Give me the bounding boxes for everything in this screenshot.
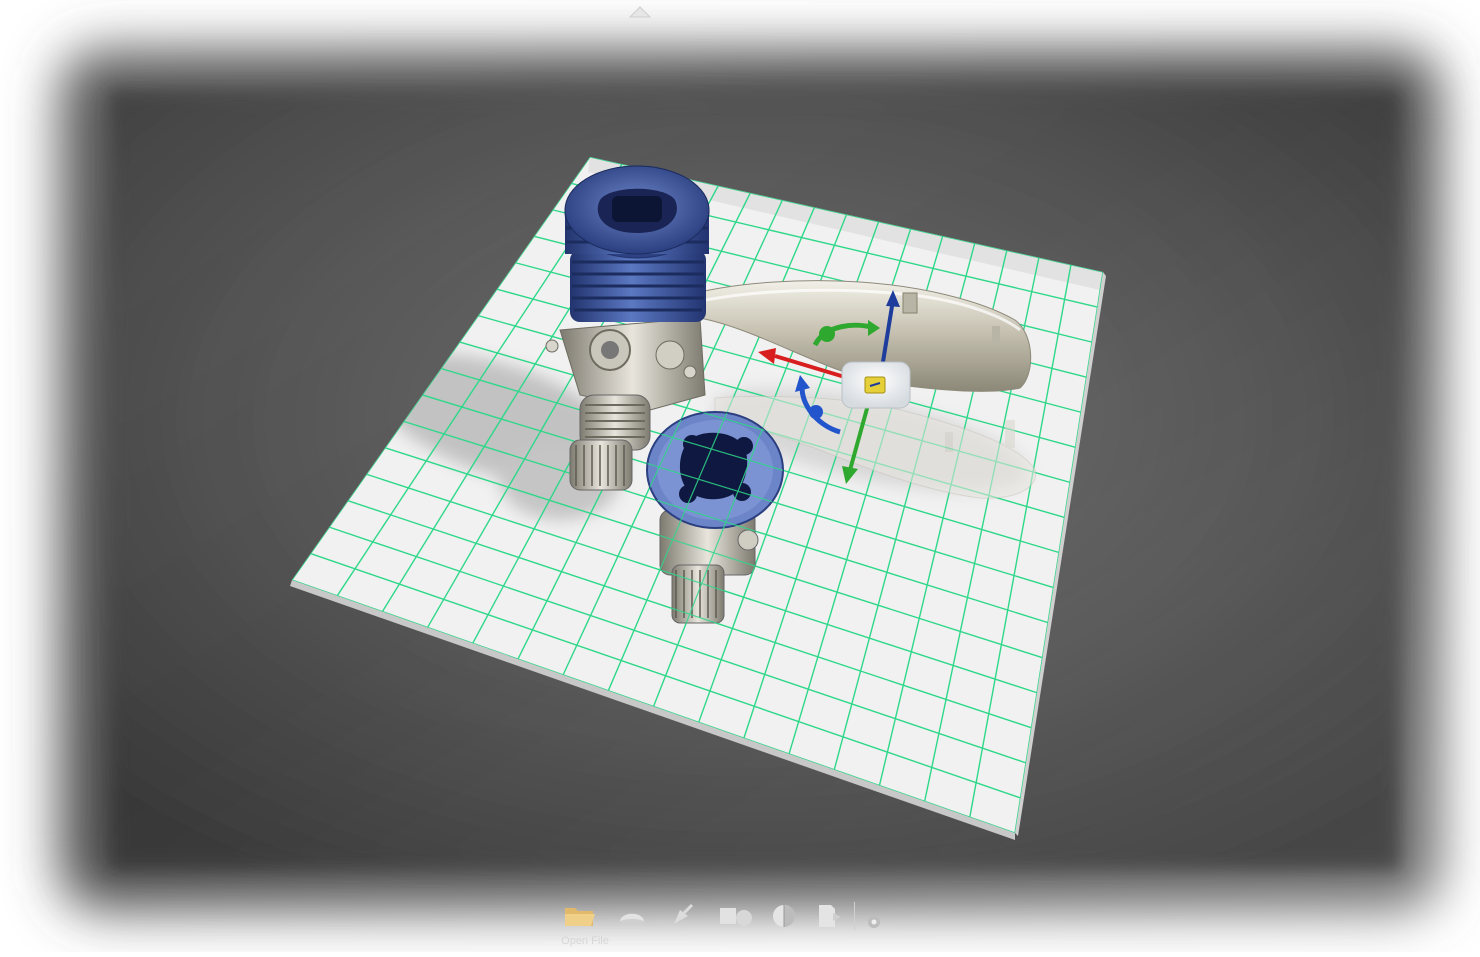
lighting-button[interactable] xyxy=(662,896,702,936)
sphere-icon xyxy=(773,905,795,927)
collapse-handle[interactable] xyxy=(626,2,654,22)
open-file-button[interactable] xyxy=(560,896,600,936)
settings-button[interactable] xyxy=(854,902,894,942)
objects-button[interactable] xyxy=(716,896,756,936)
shading-button[interactable] xyxy=(612,896,652,936)
export-button[interactable] xyxy=(810,896,850,936)
bottom-toolbar: Open File xyxy=(548,890,888,952)
spotlight-icon xyxy=(674,903,694,924)
gear-icon xyxy=(868,916,880,928)
chevron-up-icon xyxy=(629,6,651,18)
export-icon xyxy=(819,905,841,927)
open-file-tooltip: Open File xyxy=(561,935,609,947)
dome-icon xyxy=(620,913,644,925)
shapes-icon xyxy=(720,908,752,926)
3d-viewport[interactable] xyxy=(0,0,1480,952)
materials-button[interactable] xyxy=(764,896,804,936)
folder-icon xyxy=(565,908,595,926)
